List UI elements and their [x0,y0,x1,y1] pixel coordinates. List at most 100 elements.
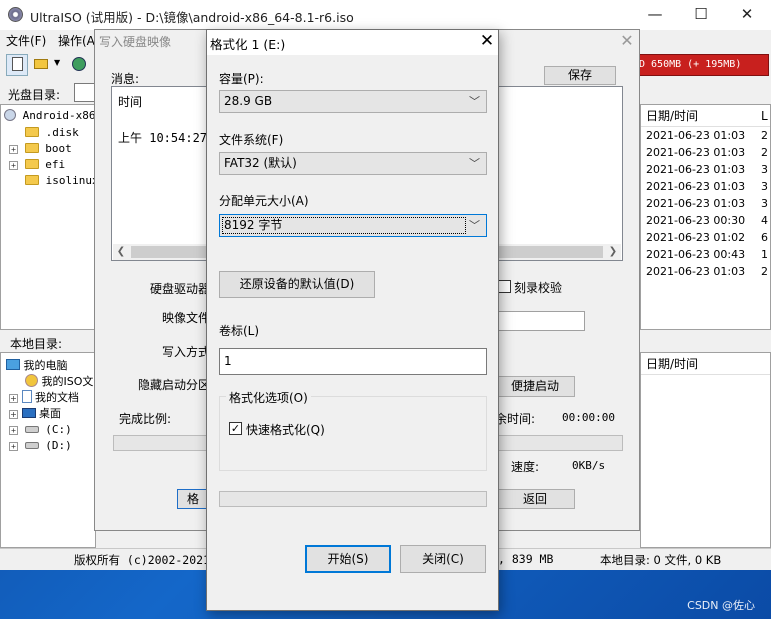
tree-item-drive-d[interactable]: + (D:) [9,438,72,454]
iso-icon [25,374,38,387]
disc-tree[interactable]: Android-x86 .disk + boot + efi isolinux [0,104,99,330]
file-date: 2021-06-23 00:43 [646,248,746,261]
format-progress-bar [219,491,487,507]
image-file-input[interactable] [495,311,585,331]
expand-icon[interactable]: + [9,426,18,435]
file-extra: 6 [761,231,768,244]
dropdown-arrow-icon[interactable]: ▼ [54,58,60,67]
volume-label-input[interactable]: 1 [219,348,487,375]
save-button[interactable]: 保存 [544,66,616,85]
local-tree[interactable]: 我的电脑 我的ISO文 + 我的文档 + 桌面 + (C:) + (D:) [0,352,96,548]
tree-item-root[interactable]: Android-x86 [4,108,95,124]
file-date: 2021-06-23 01:03 [646,197,746,210]
menu-file[interactable]: 文件(F) [6,32,46,49]
file-row[interactable]: 2021-06-23 01:03 2 [641,263,770,280]
volume-label-label: 卷标(L) [219,324,260,338]
quick-format-label[interactable]: 快速格式化(Q) [246,421,325,438]
expand-icon[interactable]: + [9,145,18,154]
filesystem-select[interactable]: FAT32 (默认) ﹀ [219,152,487,175]
speed-value: 0KB/s [572,459,606,472]
format-dialog-close-button[interactable]: ✕ [475,30,499,54]
write-mode-label: 写入方式 [162,345,211,359]
local-date-column-header[interactable]: 日期/时间 [641,353,770,375]
file-row[interactable]: 2021-06-23 01:03 3 [641,178,770,195]
message-label: 消息: [111,72,140,86]
minimize-button[interactable]: — [632,0,678,30]
disc-directory-label: 光盘目录: [8,88,61,102]
expand-icon[interactable]: + [9,394,18,403]
scroll-right-icon[interactable]: ❯ [605,244,621,260]
disc-info-text: , 839 MB [498,552,554,566]
log-header: 时间 [118,95,143,109]
tree-item-drive-c[interactable]: + (C:) [9,422,72,438]
computer-icon [6,359,20,370]
allocation-unit-select[interactable]: 8192 字节 ﹀ [219,214,487,237]
local-directory-label: 本地目录: [10,337,63,351]
format-button[interactable]: 格 [177,489,209,509]
disc-file-list[interactable]: 日期/时间 L 2021-06-23 01:03 2 2021-06-23 01:0… [640,104,771,330]
log-entry: 上午 10:54:27 [118,131,208,145]
allocation-unit-label: 分配单元大小(A) [219,194,309,208]
image-file-label: 映像文件 [162,311,211,325]
new-file-icon[interactable] [6,54,28,76]
tree-item-desktop[interactable]: + 桌面 [9,406,61,422]
format-dialog-title: 格式化 1 (E:) [210,37,286,52]
start-button[interactable]: 开始(S) [305,545,391,573]
file-row[interactable]: 2021-06-23 01:03 3 [641,195,770,212]
expand-icon[interactable]: + [9,410,18,419]
back-button[interactable]: 返回 [495,489,575,509]
file-row[interactable]: 2021-06-23 01:03 3 [641,161,770,178]
desktop-icon [21,408,36,418]
file-date: 2021-06-23 01:03 [646,163,746,176]
tree-item-my-computer[interactable]: 我的电脑 [6,358,68,374]
file-extra: 2 [761,146,768,159]
file-date: 2021-06-23 01:03 [646,146,746,159]
file-date: 2021-06-23 01:03 [646,180,746,193]
write-dialog-title: 写入硬盘映像 [99,35,172,49]
window-title: UltraISO (试用版) - D:\镜像\android-x86_64-8.… [30,10,354,25]
copyright-text: 版权所有 (c)2002-2021 [74,553,211,567]
tree-item-isolinux[interactable]: isolinux [25,173,99,189]
file-extra: 1 [761,248,768,261]
file-extra: 3 [761,197,768,210]
tree-item-disk[interactable]: .disk [25,125,79,141]
verify-checkbox[interactable] [498,280,511,293]
open-folder-icon[interactable] [30,54,52,76]
close-dialog-button[interactable]: 关闭(C) [400,545,486,573]
menu-actions[interactable]: 操作(A [58,32,95,49]
file-row[interactable]: 2021-06-23 00:43 1 [641,246,770,263]
write-progress-bar-end [495,435,623,451]
maximize-button[interactable]: ☐ [678,0,724,30]
burn-disc-icon[interactable] [68,54,90,76]
local-file-list[interactable]: 日期/时间 [640,352,771,548]
file-row[interactable]: 2021-06-23 00:30 4 [641,212,770,229]
quick-boot-button[interactable]: 便捷启动 [495,376,575,397]
folder-icon [24,159,39,169]
disc-icon [4,109,16,121]
file-row[interactable]: 2021-06-23 01:03 2 [641,127,770,144]
file-extra: 4 [761,214,768,227]
watermark: CSDN @佐心 [687,599,755,612]
file-row[interactable]: 2021-06-23 01:02 6 [641,229,770,246]
tree-item-efi[interactable]: + efi [9,157,65,173]
restore-defaults-button[interactable]: 还原设备的默认值(D) [219,271,375,298]
checkmark-icon: ✓ [230,422,241,435]
file-extra: 2 [761,129,768,142]
expand-icon[interactable]: + [9,161,18,170]
chevron-down-icon: ﹀ [469,219,480,232]
file-row[interactable]: 2021-06-23 01:03 2 [641,144,770,161]
scroll-left-icon[interactable]: ❮ [113,244,129,260]
close-button[interactable]: ✕ [724,0,770,30]
date-column-header[interactable]: 日期/时间 L [641,105,770,127]
file-date: 2021-06-23 01:03 [646,265,746,278]
format-options-legend: 格式化选项(O) [226,389,311,406]
tree-item-my-iso[interactable]: 我的ISO文 [25,374,93,390]
verify-label: 刻录校验 [514,281,563,295]
expand-icon[interactable]: + [9,442,18,451]
tree-item-boot[interactable]: + boot [9,141,72,157]
capacity-select[interactable]: 28.9 GB ﹀ [219,90,487,113]
write-dialog-close-button[interactable]: ✕ [616,30,638,52]
quick-format-checkbox[interactable]: ✓ [229,422,242,435]
write-progress-bar [113,435,213,451]
tree-item-my-documents[interactable]: + 我的文档 [9,390,79,406]
